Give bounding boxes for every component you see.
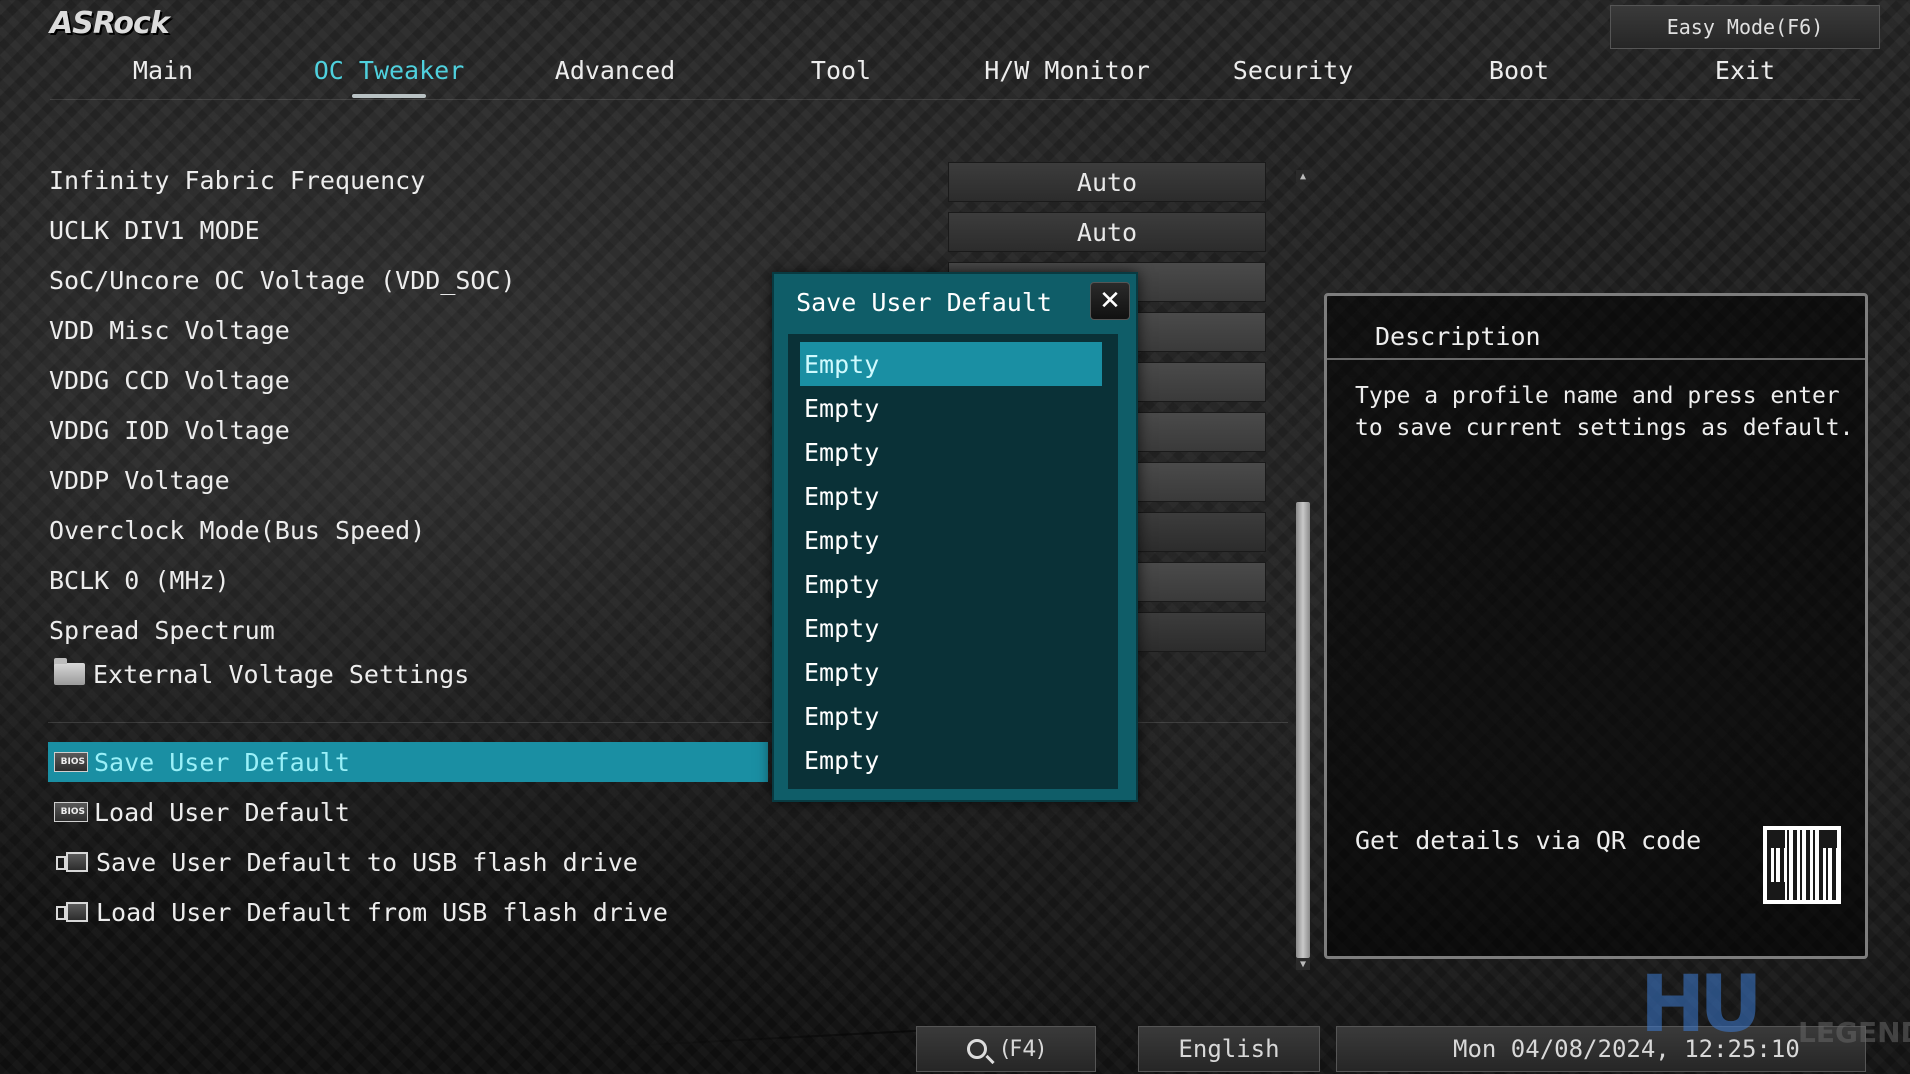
setting-overclock-mode[interactable]: Overclock Mode(Bus Speed) [49,516,425,545]
setting-vddg-ccd-voltage[interactable]: VDDG CCD Voltage [49,366,290,395]
profile-slot[interactable]: Empty [800,474,1102,518]
profile-slot[interactable]: Empty [800,342,1102,386]
dialog-title: Save User Default [796,288,1052,317]
action-load-user-default-usb[interactable]: Load User Default from USB flash drive [48,892,768,932]
search-icon [967,1039,988,1059]
action-load-user-default[interactable]: BIOS Load User Default [48,792,768,832]
bios-chip-icon: BIOS [54,802,88,822]
close-icon[interactable]: ✕ [1090,282,1130,320]
tab-security[interactable]: Security [1180,56,1406,85]
action-label: Save User Default [94,747,350,777]
search-shortcut-label: (F4) [1001,1036,1045,1062]
bios-chip-icon: BIOS [54,752,88,772]
save-user-default-dialog: Save User Default ✕ Empty Empty Empty Em… [772,272,1138,802]
profile-slot[interactable]: Empty [800,518,1102,562]
usb-drive-icon [54,850,90,874]
setting-uclk-div1-mode[interactable]: UCLK DIV1 MODE [49,216,260,245]
description-title: Description [1375,322,1541,351]
description-text: Type a profile name and press enter to s… [1355,383,1854,441]
language-button[interactable]: English [1138,1026,1320,1072]
value-uclk-div1-mode[interactable]: Auto [948,212,1266,252]
tab-main[interactable]: Main [50,56,276,85]
qr-code-icon [1763,826,1841,904]
active-tab-indicator [352,94,426,98]
action-save-user-default-usb[interactable]: Save User Default to USB flash drive [48,842,768,882]
action-save-user-default[interactable]: BIOS Save User Default [48,742,768,782]
tab-tool[interactable]: Tool [728,56,954,85]
setting-bclk0[interactable]: BCLK 0 (MHz) [49,566,230,595]
setting-vdd-misc-voltage[interactable]: VDD Misc Voltage [49,316,290,345]
tab-hw-monitor[interactable]: H/W Monitor [954,56,1180,85]
tab-exit[interactable]: Exit [1632,56,1858,85]
watermark-mark: HU [1640,960,1763,1050]
qr-label: Get details via QR code [1355,826,1702,855]
setting-soc-uncore-voltage[interactable]: SoC/Uncore OC Voltage (VDD_SOC) [49,266,516,295]
profile-slot[interactable]: Empty [800,606,1102,650]
easy-mode-button[interactable]: Easy Mode(F6) [1610,5,1880,49]
profile-slot[interactable]: Empty [800,562,1102,606]
setting-vddp-voltage[interactable]: VDDP Voltage [49,466,230,495]
submenu-label: External Voltage Settings [93,660,470,689]
search-button[interactable]: (F4) [916,1026,1096,1072]
submenu-external-voltage-settings[interactable]: External Voltage Settings [54,658,470,689]
main-tab-bar: Main OC Tweaker Advanced Tool H/W Monito… [50,56,1860,100]
tab-oc-tweaker[interactable]: OC Tweaker [276,56,502,98]
value-infinity-fabric-frequency[interactable]: Auto [948,162,1266,202]
scrollbar-thumb[interactable] [1296,502,1310,958]
profile-slot[interactable]: Empty [800,650,1102,694]
usb-drive-icon [54,900,90,924]
description-panel: Description Type a profile name and pres… [1324,293,1868,959]
watermark-text: LEGEND [1798,1016,1910,1049]
action-label: Load User Default from USB flash drive [96,897,668,927]
watermark-logo: HU LEGEND [1640,960,1910,1060]
action-label: Save User Default to USB flash drive [96,847,638,877]
folder-icon [54,658,85,685]
setting-infinity-fabric-frequency[interactable]: Infinity Fabric Frequency [49,166,425,195]
setting-vddg-iod-voltage[interactable]: VDDG IOD Voltage [49,416,290,445]
decorative-line [580,1028,940,1050]
profile-slot[interactable]: Empty [800,694,1102,738]
scroll-up-arrow-icon[interactable]: ▲ [1296,170,1310,182]
tab-advanced[interactable]: Advanced [502,56,728,85]
action-label: Load User Default [94,797,350,827]
asrock-logo: ASRock [50,6,170,41]
tab-boot[interactable]: Boot [1406,56,1632,85]
profile-slot-list: Empty Empty Empty Empty Empty Empty Empt… [788,334,1118,789]
setting-spread-spectrum[interactable]: Spread Spectrum [49,616,275,645]
profile-slot[interactable]: Empty [800,386,1102,430]
scroll-down-arrow-icon[interactable]: ▼ [1296,958,1310,970]
profile-slot[interactable]: Empty [800,738,1102,782]
profile-slot[interactable]: Empty [800,430,1102,474]
